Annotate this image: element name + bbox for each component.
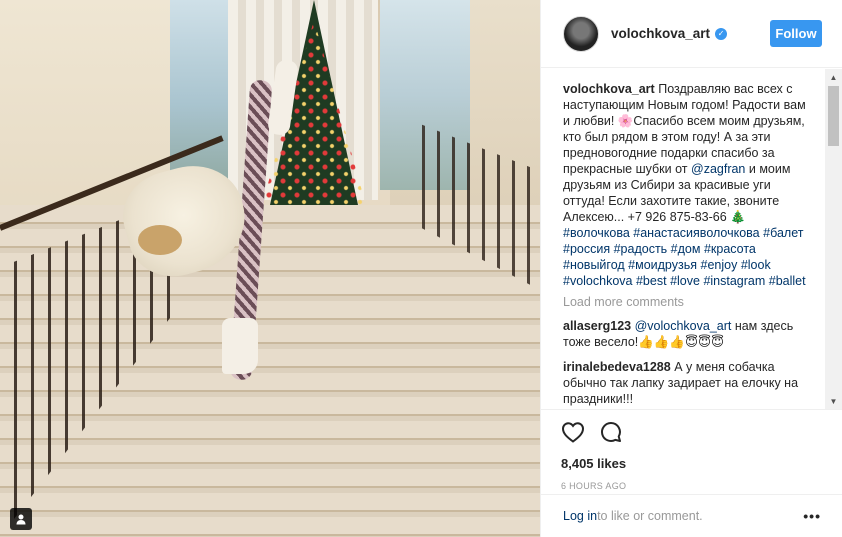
- scroll-down-icon[interactable]: ▼: [825, 393, 842, 409]
- heart-icon[interactable]: [561, 421, 585, 446]
- avatar[interactable]: [563, 15, 599, 52]
- post-timestamp: 6 HOURS AGO: [561, 481, 627, 491]
- caption-hashtags: #волочкова #анастасияволочкова #балет #р…: [563, 226, 806, 288]
- likes-count[interactable]: 8,405 likes: [561, 456, 823, 471]
- more-options-icon[interactable]: •••: [803, 508, 821, 524]
- comments-scrollbar[interactable]: ▲ ▼: [825, 69, 842, 409]
- photo-figure-boot: [222, 318, 258, 374]
- hashtag-link[interactable]: #радость: [614, 242, 668, 256]
- comment-username[interactable]: irinalebedeva1288: [563, 360, 671, 374]
- login-prompt-text: to like or comment.: [597, 509, 703, 523]
- comment-item: irinalebedeva1288 А у меня собачка обычн…: [563, 359, 808, 407]
- comment-item: allaserg123 @volochkova_art нам здесь то…: [563, 318, 808, 350]
- hashtag-link[interactable]: #россия: [563, 242, 610, 256]
- caption-mention[interactable]: @zagfran: [691, 162, 745, 176]
- action-icons: [561, 420, 823, 446]
- hashtag-link[interactable]: #ballet: [769, 274, 806, 288]
- photo-mural-left: [170, 0, 230, 190]
- hashtag-link[interactable]: #моидрузья: [628, 258, 697, 272]
- hashtag-link[interactable]: #best: [636, 274, 667, 288]
- photo-figure-hair: [138, 225, 182, 255]
- login-link[interactable]: Log in: [563, 509, 597, 523]
- hashtag-link[interactable]: #дом: [671, 242, 701, 256]
- post-footer: Log in to like or comment. •••: [541, 494, 842, 537]
- hashtag-link[interactable]: #анастасияволочкова: [633, 226, 759, 240]
- comment-mention[interactable]: @volochkova_art: [635, 319, 732, 333]
- hashtag-link[interactable]: #instagram: [703, 274, 765, 288]
- instagram-post: volochkova_art ✓ Follow volochkova_art П…: [0, 0, 842, 537]
- hashtag-link[interactable]: #красота: [704, 242, 756, 256]
- post-side-panel: volochkova_art ✓ Follow volochkova_art П…: [540, 0, 842, 537]
- hashtag-link[interactable]: #новыйгод: [563, 258, 625, 272]
- header-username[interactable]: volochkova_art: [611, 26, 710, 41]
- post-header: volochkova_art ✓ Follow: [541, 0, 842, 68]
- hashtag-link[interactable]: #look: [741, 258, 771, 272]
- comments-list[interactable]: volochkova_art Поздравляю вас всех с нас…: [541, 69, 842, 409]
- scrollbar-thumb[interactable]: [828, 86, 839, 146]
- hashtag-link[interactable]: #волочкова: [563, 226, 630, 240]
- post-photo[interactable]: [0, 0, 540, 537]
- verified-badge-icon: ✓: [715, 27, 728, 40]
- hashtag-link[interactable]: #volochkova: [563, 274, 633, 288]
- user-tag-icon[interactable]: [10, 508, 32, 530]
- hashtag-link[interactable]: #балет: [763, 226, 803, 240]
- scroll-up-icon[interactable]: ▲: [825, 69, 842, 85]
- follow-button[interactable]: Follow: [770, 20, 822, 47]
- post-actions: 8,405 likes 6 HOURS AGO: [541, 409, 842, 494]
- caption-username[interactable]: volochkova_art: [563, 82, 655, 96]
- hashtag-link[interactable]: #love: [670, 274, 700, 288]
- comment-icon[interactable]: [599, 420, 623, 447]
- comment-username[interactable]: allaserg123: [563, 319, 631, 333]
- post-caption: volochkova_art Поздравляю вас всех с нас…: [563, 81, 808, 289]
- load-more-comments-link[interactable]: Load more comments: [563, 295, 821, 309]
- hashtag-link[interactable]: #enjoy: [701, 258, 738, 272]
